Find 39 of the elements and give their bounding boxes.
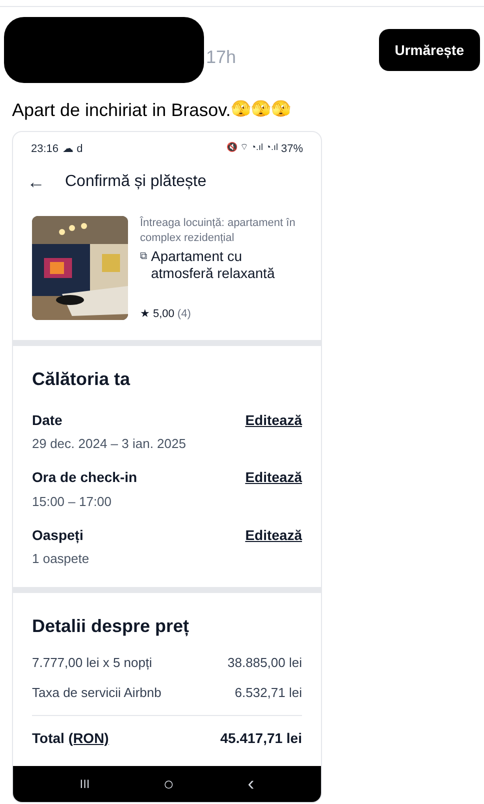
section-title: Călătoria ta [32,368,132,391]
section-title: Detalii despre preț [32,614,190,638]
total-label: Total [32,728,64,748]
price-amount: 38.885,00 lei [228,654,302,672]
emoji: 🫣 [270,102,291,118]
status-time: 23:16 [31,142,59,157]
post-time: 17h [206,46,236,69]
trip-label: Date [32,410,62,430]
home-button[interactable]: ○ [163,770,174,798]
recents-button[interactable]: III [80,775,90,793]
review-count: (4) [177,306,191,322]
price-amount: 6.532,71 lei [234,684,302,702]
edit-link[interactable]: Editează [245,410,302,430]
edit-link[interactable]: Editează [245,467,302,488]
trip-value: 15:00 – 17:00 [32,492,113,510]
trip-value: 1 oaspete [32,550,90,568]
trip-label: Ora de check-in [32,468,138,487]
total-amount: 45.417,71 lei [220,728,302,748]
star-icon: ★ [140,306,150,322]
follow-button[interactable]: Urmărește [378,29,480,71]
emoji: 🫣 [250,102,271,118]
listing-name: Apartament cu atmosferă relaxantă [151,248,276,282]
rating: 5,00 [153,306,174,322]
battery-level: 37% [280,142,303,157]
status-icons: ☁ d [62,140,83,158]
emoji: 🫣 [230,102,251,118]
status-icons: 🔇 ⌔ ◔.ıl ◔.ıl [226,140,278,158]
price-label: Taxa de servicii Airbnb [32,684,162,702]
trip-value: 29 dec. 2024 – 3 ian. 2025 [32,435,187,453]
back-button[interactable]: ← [27,168,45,196]
currency-link[interactable]: (RON) [68,728,109,748]
listing-icon: ⧉ [140,248,147,282]
page-title: Confirmă și plătește [65,172,206,192]
post-caption: Apart de inchiriat in Brasov. [12,98,231,122]
trip-label: Oaspeți [32,526,84,546]
price-label: 7.777,00 lei x 5 nopți [32,654,152,672]
back-button[interactable]: ‹ [248,769,254,799]
edit-link[interactable]: Editează [245,524,302,546]
listing-type: Întreaga locuință: apartament în complex rezidențial [140,216,296,246]
